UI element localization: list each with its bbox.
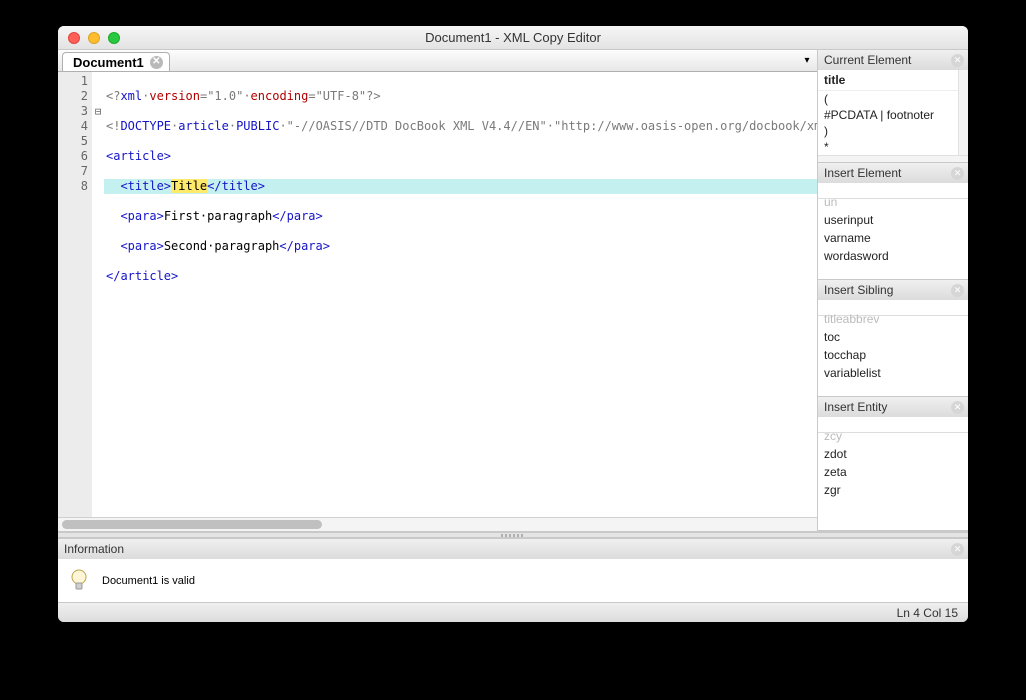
panel-title: Insert Entity	[824, 400, 887, 414]
scrollbar-thumb[interactable]	[62, 520, 322, 529]
fold-column[interactable]: ⊟	[92, 72, 104, 517]
panel-current-element: Current Element ✕ title ( #PCDATA | foot…	[818, 50, 968, 163]
close-icon[interactable]: ✕	[951, 284, 964, 297]
current-element-name: title	[818, 70, 958, 91]
panel-title: Current Element	[824, 53, 911, 67]
lightbulb-icon	[70, 569, 88, 593]
window-title: Document1 - XML Copy Editor	[58, 30, 968, 45]
horizontal-scrollbar[interactable]	[58, 517, 817, 531]
list-item[interactable]: un	[818, 193, 968, 211]
list-item[interactable]: wordasword	[818, 247, 968, 265]
information-message: Document1 is valid	[102, 575, 195, 587]
line-gutter: 1 2 3 4 5 6 7 8	[58, 72, 92, 517]
panel-title: Information	[64, 542, 124, 556]
app-window: Document1 - XML Copy Editor Document1 ✕ …	[58, 26, 968, 622]
vertical-scrollbar[interactable]	[958, 70, 968, 155]
splitter-handle[interactable]	[58, 532, 968, 538]
status-bar: Ln 4 Col 15	[58, 602, 968, 622]
list-item[interactable]: toc	[818, 328, 968, 346]
list-item[interactable]: tocchap	[818, 346, 968, 364]
panel-insert-entity: Insert Entity ✕ zcy zdot zeta zgr	[818, 397, 968, 531]
close-icon[interactable]: ✕	[150, 56, 163, 69]
code-editor[interactable]: 1 2 3 4 5 6 7 8 ⊟	[58, 72, 817, 517]
code-area[interactable]: <?xml·version="1.0"·encoding="UTF-8"?> <…	[104, 72, 817, 517]
cursor-position: Ln 4 Col 15	[897, 606, 958, 620]
panel-title: Insert Sibling	[824, 283, 893, 297]
fold-toggle-icon[interactable]: ⊟	[92, 104, 104, 119]
tab-overflow-button[interactable]: ▾	[797, 50, 817, 71]
list-item[interactable]: zgr	[818, 481, 968, 499]
titlebar[interactable]: Document1 - XML Copy Editor	[58, 26, 968, 50]
panel-insert-sibling: Insert Sibling ✕ titleabbrev toc tocchap…	[818, 280, 968, 397]
list-item[interactable]: zeta	[818, 463, 968, 481]
horizontal-scrollbar[interactable]	[818, 155, 968, 162]
list-item[interactable]: titleabbrev	[818, 310, 968, 328]
close-icon[interactable]: ✕	[951, 401, 964, 414]
list-item[interactable]: varname	[818, 229, 968, 247]
side-panels: Current Element ✕ title ( #PCDATA | foot…	[818, 50, 968, 531]
list-item[interactable]: userinput	[818, 211, 968, 229]
close-icon[interactable]: ✕	[951, 54, 964, 67]
list-item[interactable]: variablelist	[818, 364, 968, 382]
tab-document1[interactable]: Document1 ✕	[62, 52, 170, 71]
close-icon[interactable]: ✕	[951, 167, 964, 180]
panel-information: Information ✕ Document1 is valid	[58, 538, 968, 602]
panel-title: Insert Element	[824, 166, 901, 180]
list-item[interactable]: zcy	[818, 427, 968, 445]
panel-insert-element: Insert Element ✕ un userinput varname wo…	[818, 163, 968, 280]
tabbar: Document1 ✕ ▾	[58, 50, 817, 72]
list-item[interactable]: zdot	[818, 445, 968, 463]
close-icon[interactable]: ✕	[951, 543, 964, 556]
tab-label: Document1	[73, 55, 144, 70]
